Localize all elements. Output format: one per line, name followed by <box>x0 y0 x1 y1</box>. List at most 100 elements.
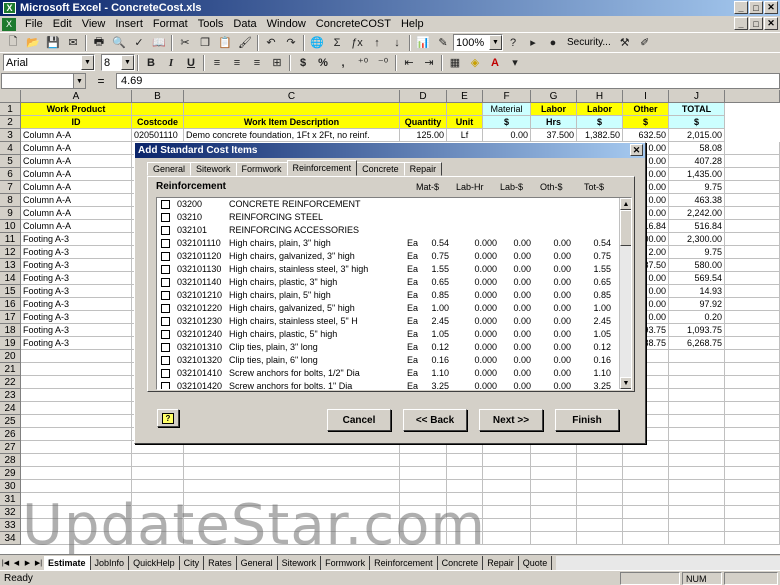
toolbar-options-icon[interactable]: ▾ <box>505 54 525 72</box>
row-header[interactable]: 7 <box>0 181 21 194</box>
column-header-b[interactable]: B <box>132 90 184 103</box>
close-button[interactable]: ✕ <box>764 1 778 14</box>
cell-k7[interactable] <box>725 181 780 194</box>
row-header[interactable]: 6 <box>0 168 21 181</box>
row-header[interactable]: 13 <box>0 259 21 272</box>
cell-j6[interactable]: 1,435.00 <box>669 168 725 181</box>
new-icon[interactable]: 🗋 <box>3 34 23 52</box>
cell-f32[interactable] <box>483 506 531 519</box>
permission-icon[interactable]: ✉ <box>63 34 83 52</box>
research-icon[interactable]: 📖 <box>149 34 169 52</box>
row-header[interactable]: 1 <box>0 103 21 116</box>
cell-j12[interactable]: 9.75 <box>669 246 725 259</box>
cell-j29[interactable] <box>669 467 725 480</box>
column-header-c[interactable]: C <box>184 90 400 103</box>
paste-icon[interactable]: 📋 <box>215 34 235 52</box>
cell-h31[interactable] <box>577 493 623 506</box>
cell-d34[interactable] <box>400 532 447 545</box>
cell-k19[interactable] <box>725 337 780 350</box>
list-item[interactable]: 032101240 High chairs, plastic, 5" high Ea… <box>157 328 623 341</box>
cell-k15[interactable] <box>725 285 780 298</box>
cell-a21[interactable] <box>21 363 132 376</box>
item-checkbox[interactable] <box>161 213 170 222</box>
cell-a7[interactable]: Column A-A <box>21 181 132 194</box>
control-toolbox-icon[interactable]: ⚒ <box>615 34 635 52</box>
cell-c3[interactable]: Demo concrete foundation, 1Ft x 2Ft, no … <box>184 129 400 142</box>
row-header[interactable]: 14 <box>0 272 21 285</box>
align-right-icon[interactable]: ≡ <box>247 54 267 72</box>
cell-j8[interactable]: 463.38 <box>669 194 725 207</box>
row-header[interactable]: 16 <box>0 298 21 311</box>
cell-k23[interactable] <box>725 389 780 402</box>
align-center-icon[interactable]: ≡ <box>227 54 247 72</box>
cell-i29[interactable] <box>623 467 669 480</box>
cell-j7[interactable]: 9.75 <box>669 181 725 194</box>
doc-close-button[interactable]: ✕ <box>764 17 778 30</box>
cell-j3[interactable]: 2,015.00 <box>669 129 725 142</box>
cell-j23[interactable] <box>669 389 725 402</box>
cell-k31[interactable] <box>725 493 780 506</box>
help-button[interactable]: ? <box>157 409 179 427</box>
row-header[interactable]: 23 <box>0 389 21 402</box>
cell-j19[interactable]: 6,268.75 <box>669 337 725 350</box>
column-header-d[interactable]: D <box>400 90 447 103</box>
next-sheet-icon[interactable]: ▶ <box>22 556 33 569</box>
column-header-h[interactable]: H <box>577 90 623 103</box>
list-item[interactable]: 03210 REINFORCING STEEL <box>157 211 623 224</box>
row-header[interactable]: 24 <box>0 402 21 415</box>
horizontal-scrollbar[interactable] <box>556 555 780 570</box>
underline-button[interactable]: U <box>181 54 201 72</box>
cell-j26[interactable] <box>669 428 725 441</box>
column-header-i[interactable]: I <box>623 90 669 103</box>
cell-i33[interactable] <box>623 519 669 532</box>
cell-a14[interactable]: Footing A-3 <box>21 272 132 285</box>
cell-e2[interactable]: Unit <box>447 116 483 129</box>
cell-f31[interactable] <box>483 493 531 506</box>
cell-j21[interactable] <box>669 363 725 376</box>
row-header[interactable]: 27 <box>0 441 21 454</box>
hyperlink-icon[interactable]: 🌐 <box>307 34 327 52</box>
cell-e3[interactable]: Lf <box>447 129 483 142</box>
minimize-button[interactable]: _ <box>734 1 748 14</box>
cell-i30[interactable] <box>623 480 669 493</box>
tab-sitework[interactable]: Sitework <box>190 162 237 176</box>
record-dot-icon[interactable]: ● <box>543 34 563 52</box>
cell-j32[interactable] <box>669 506 725 519</box>
sheet-tab-rates[interactable]: Rates <box>204 555 237 570</box>
sheet-tab-repair[interactable]: Repair <box>483 555 519 570</box>
cell-a6[interactable]: Column A-A <box>21 168 132 181</box>
cell-j17[interactable]: 0.20 <box>669 311 725 324</box>
tab-general[interactable]: General <box>147 162 192 176</box>
row-header[interactable]: 34 <box>0 532 21 545</box>
cell-k24[interactable] <box>725 402 780 415</box>
cell-k18[interactable] <box>725 324 780 337</box>
cell-d30[interactable] <box>400 480 447 493</box>
cell-c30[interactable] <box>184 480 400 493</box>
cell-e30[interactable] <box>447 480 483 493</box>
cell-h29[interactable] <box>577 467 623 480</box>
cell-c33[interactable] <box>184 519 400 532</box>
item-checkbox[interactable] <box>161 343 170 352</box>
cell-j33[interactable] <box>669 519 725 532</box>
cell-j4[interactable]: 58.08 <box>669 142 725 155</box>
cell-a30[interactable] <box>21 480 132 493</box>
row-header[interactable]: 18 <box>0 324 21 337</box>
cell-h1[interactable]: Labor <box>577 103 623 116</box>
column-header-e[interactable]: E <box>447 90 483 103</box>
cell-a16[interactable]: Footing A-3 <box>21 298 132 311</box>
item-checkbox[interactable] <box>161 265 170 274</box>
cell-a5[interactable]: Column A-A <box>21 155 132 168</box>
row-header[interactable]: 11 <box>0 233 21 246</box>
menu-window[interactable]: Window <box>262 18 311 30</box>
finish-button[interactable]: Finish <box>555 409 619 431</box>
row-header[interactable]: 10 <box>0 220 21 233</box>
cell-k11[interactable] <box>725 233 780 246</box>
row-header[interactable]: 8 <box>0 194 21 207</box>
row-header[interactable]: 25 <box>0 415 21 428</box>
cell-a17[interactable]: Footing A-3 <box>21 311 132 324</box>
cell-k5[interactable] <box>725 155 780 168</box>
row-header[interactable]: 4 <box>0 142 21 155</box>
cell-a31[interactable] <box>21 493 132 506</box>
sheet-tab-quickhelp[interactable]: QuickHelp <box>129 555 180 570</box>
select-all-corner[interactable] <box>0 90 21 103</box>
